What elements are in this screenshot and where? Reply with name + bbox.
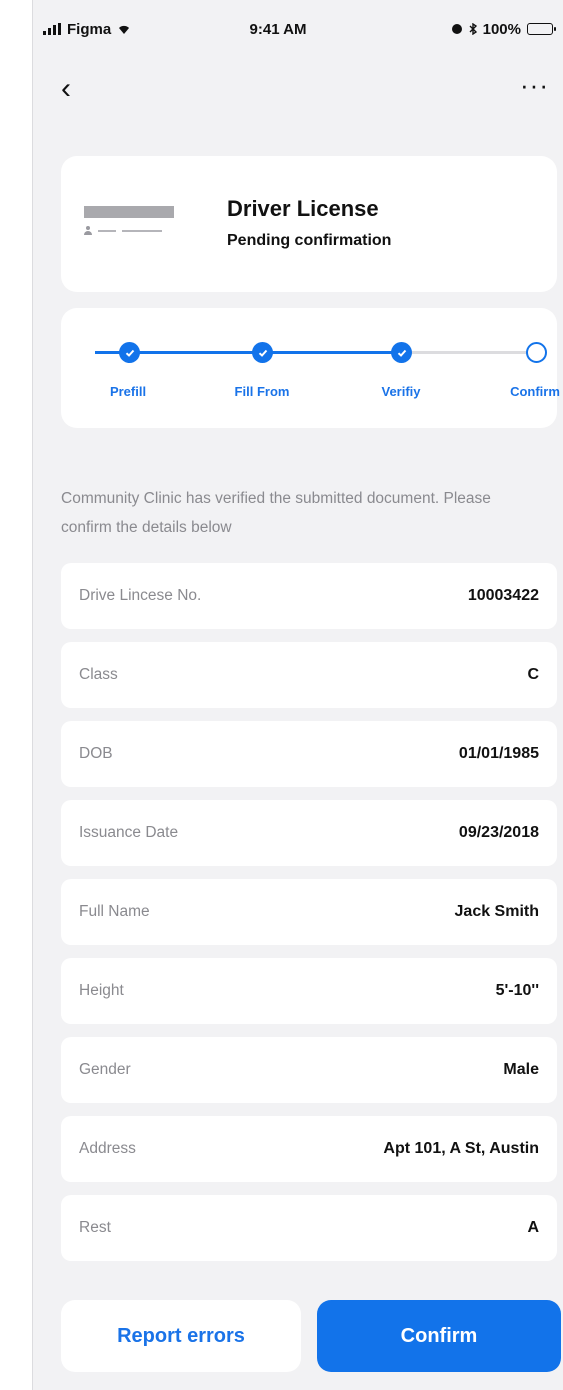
battery-icon <box>527 23 556 35</box>
field-value: 10003422 <box>467 587 539 604</box>
field-label: Gender <box>79 1061 131 1078</box>
carrier-label: Figma <box>67 20 112 38</box>
field-dob: DOB 01/01/1985 <box>61 721 557 787</box>
confirm-button[interactable]: Confirm <box>317 1300 561 1372</box>
field-gender: Gender Male <box>61 1037 557 1103</box>
field-license-number: Drive Lincese No. 10003422 <box>61 563 557 629</box>
bluetooth-icon <box>469 23 477 35</box>
field-label: Class <box>79 666 118 683</box>
step-label-verify: Verifiy <box>381 384 421 399</box>
field-rest: Rest A <box>61 1195 557 1261</box>
step-label-fill-from: Fill From <box>234 384 290 399</box>
step-3-check-icon <box>391 342 412 363</box>
document-title: Driver License <box>227 196 379 221</box>
lock-rotation-icon <box>451 24 462 34</box>
field-value: 5'-10'' <box>495 982 539 999</box>
field-label: Address <box>79 1140 136 1157</box>
document-status: Pending confirmation <box>227 232 392 249</box>
license-card-icon <box>84 206 174 248</box>
step-label-confirm: Confirm <box>510 384 560 399</box>
field-label: DOB <box>79 745 113 762</box>
field-value: Jack Smith <box>454 903 539 920</box>
phone-screen: Figma 9:41 AM 100% ‹ ··· Driver License … <box>32 0 563 1390</box>
field-label: Drive Lincese No. <box>79 587 202 604</box>
field-label: Issuance Date <box>79 824 179 841</box>
field-address: Address Apt 101, A St, Austin <box>61 1116 557 1182</box>
field-height: Height 5'-10'' <box>61 958 557 1024</box>
field-value: Apt 101, A St, Austin <box>383 1140 539 1157</box>
field-full-name: Full Name Jack Smith <box>61 879 557 945</box>
nav-bar: ‹ ··· <box>33 66 563 110</box>
wifi-icon <box>119 25 130 34</box>
step-4-circle-icon <box>526 342 547 363</box>
step-label-prefill: Prefill <box>109 384 147 399</box>
field-label: Height <box>79 982 124 999</box>
field-value: 01/01/1985 <box>458 745 539 762</box>
field-value: C <box>527 666 539 683</box>
signal-icon <box>43 23 61 35</box>
document-card: Driver License Pending confirmation <box>61 156 557 292</box>
field-label: Rest <box>79 1219 111 1236</box>
stepper-track-pending <box>405 351 535 354</box>
report-errors-button[interactable]: Report errors <box>61 1300 301 1372</box>
status-bar: Figma 9:41 AM 100% <box>33 0 563 58</box>
back-icon[interactable]: ‹ <box>61 72 71 106</box>
clock: 9:41 AM <box>249 20 307 38</box>
field-class: Class C <box>61 642 557 708</box>
progress-stepper: Prefill Fill From Verifiy Confirm <box>61 308 560 428</box>
stepper-track-done <box>95 351 405 354</box>
field-value: Male <box>503 1061 539 1078</box>
field-issuance-date: Issuance Date 09/23/2018 <box>61 800 557 866</box>
field-value: 09/23/2018 <box>458 824 539 841</box>
battery-percent: 100% <box>482 20 521 38</box>
verification-message: Community Clinic has verified the submit… <box>61 490 491 536</box>
field-label: Full Name <box>79 903 150 920</box>
step-2-check-icon <box>252 342 273 363</box>
more-options-icon[interactable]: ··· <box>520 70 549 101</box>
step-1-check-icon <box>119 342 140 363</box>
field-value: A <box>527 1219 539 1236</box>
